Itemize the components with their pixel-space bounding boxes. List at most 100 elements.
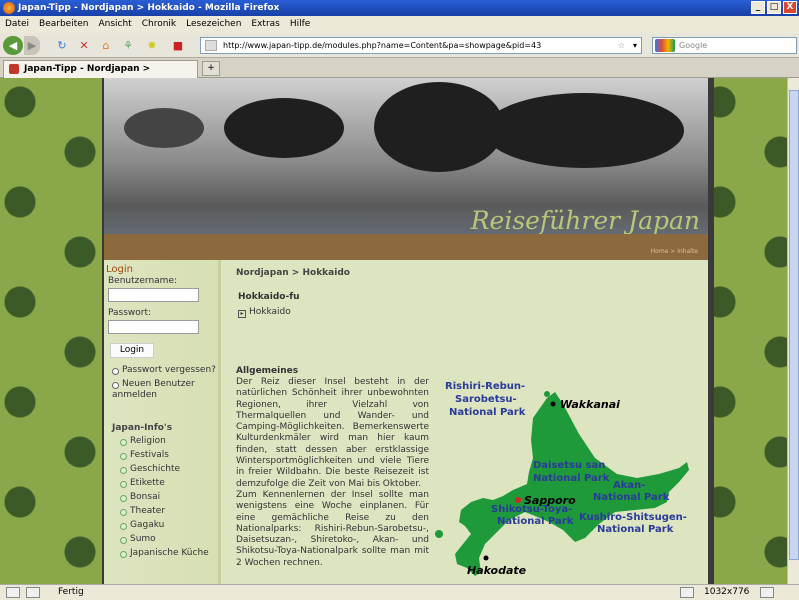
maximize-button[interactable]: □	[767, 1, 781, 14]
menu-bar: Datei Bearbeiten Ansicht Chronik Lesezeichen…	[0, 16, 799, 33]
addon-star-icon[interactable]: ✸	[144, 36, 160, 55]
back-arrow-icon[interactable]: ◀	[3, 36, 23, 55]
vertical-scrollbar[interactable]	[787, 78, 799, 584]
password-field[interactable]	[108, 320, 199, 334]
reload-icon[interactable]: ↻	[54, 36, 70, 55]
bookmark-star-icon[interactable]: ☆	[618, 38, 625, 53]
home-icon[interactable]: ⌂	[98, 36, 114, 55]
map-label-hakodate: Hakodate	[467, 564, 527, 577]
hokkaido-map: Rishiri-Rebun- Sarobetsu- National Park …	[435, 381, 689, 577]
page-viewport: Reiseführer Japan Home > Inhalte Login B…	[0, 78, 787, 584]
body-paragraph: Zum Kennenlernen der Insel sollte man we…	[236, 489, 429, 568]
menu-hilfe[interactable]: Hilfe	[285, 16, 315, 33]
window-title: Japan-Tipp - Nordjapan > Hokkaido - Mozi…	[18, 3, 280, 13]
menu-datei[interactable]: Datei	[0, 16, 34, 33]
wakkanai-dot	[550, 401, 556, 407]
minimize-button[interactable]: _	[751, 1, 765, 14]
menu-lesezeichen[interactable]: Lesezeichen	[181, 16, 246, 33]
hokkaido-link[interactable]: ▸ Hokkaido	[238, 307, 291, 318]
url-dropdown-icon[interactable]: ▾	[633, 38, 637, 53]
sidebar: Login Benutzername: Passwort: Login Pass…	[104, 260, 221, 584]
menu-extras[interactable]: Extras	[246, 16, 284, 33]
japan-info-bonsai[interactable]: Bonsai	[120, 492, 160, 502]
hakodate-dot	[483, 555, 489, 561]
search-placeholder: Google	[679, 41, 708, 50]
section-title: Allgemeines	[236, 366, 299, 376]
map-label-wakkanai: Wakkanai	[560, 398, 620, 411]
forward-arrow-icon[interactable]: ▶	[24, 36, 40, 55]
map-label-rishiri: Rishiri-Rebun-	[445, 381, 525, 392]
tab-bar: Japan-Tipp - Nordjapan > Hokkaido +	[0, 58, 799, 90]
rock-shape	[124, 108, 204, 148]
map-label-kushiro: National Park	[597, 524, 674, 535]
status-icon[interactable]	[26, 587, 40, 598]
tab-favicon	[9, 64, 19, 74]
map-label-kushiro: Kushiro-Shitsugen-	[579, 512, 687, 523]
menu-ansicht[interactable]: Ansicht	[93, 16, 136, 33]
menu-chronik[interactable]: Chronik	[137, 16, 181, 33]
forgot-password-link[interactable]: Passwort vergessen?	[112, 365, 216, 375]
sapporo-dot	[515, 497, 521, 503]
body-paragraph: Der Reiz dieser Insel besteht in der nat…	[236, 377, 429, 489]
map-label-akan: National Park	[593, 492, 670, 503]
rishiri-island	[435, 530, 443, 538]
login-title: Login	[106, 264, 133, 275]
rock-shape	[224, 98, 344, 158]
site-title: Reiseführer Japan	[470, 206, 700, 235]
arrow-box-icon: ▸	[238, 310, 246, 318]
tab-hokkaido[interactable]: Japan-Tipp - Nordjapan > Hokkaido	[3, 60, 198, 90]
scrollbar-thumb[interactable]	[789, 90, 799, 560]
japan-info-kueche[interactable]: Japanische Küche	[120, 548, 209, 558]
map-label-sapporo: Sapporo	[524, 494, 576, 507]
site-icon	[205, 40, 217, 51]
rock-shape	[484, 93, 684, 168]
status-icon[interactable]	[6, 587, 20, 598]
header-nav-bar: Home > Inhalte	[104, 234, 708, 260]
window-titlebar: Japan-Tipp - Nordjapan > Hokkaido - Mozi…	[0, 0, 799, 16]
new-tab-button[interactable]: +	[202, 61, 220, 76]
resolution-text: 1032x776	[704, 587, 750, 597]
main-content: Nordjapan > Hokkaido Hokkaido-fu ▸ Hokkai…	[224, 260, 708, 584]
status-bar: Fertig 1032x776	[0, 584, 799, 600]
username-field[interactable]	[108, 288, 199, 302]
username-label: Benutzername:	[108, 276, 178, 286]
firefox-icon	[3, 2, 15, 14]
search-input[interactable]: Google	[652, 37, 797, 54]
addon-red-icon[interactable]: ■	[170, 36, 186, 55]
addon-icon[interactable]: ⚘	[120, 36, 136, 55]
japan-info-religion[interactable]: Religion	[120, 436, 166, 446]
japan-info-festivals[interactable]: Festivals	[120, 450, 169, 460]
web-page: Reiseführer Japan Home > Inhalte Login B…	[102, 78, 714, 584]
url-text: http://www.japan-tipp.de/modules.php?nam…	[223, 41, 542, 50]
menu-bearbeiten[interactable]: Bearbeiten	[34, 16, 93, 33]
login-button[interactable]: Login	[110, 343, 154, 358]
map-label-shikotsu: National Park	[497, 516, 574, 527]
japan-info-etikette[interactable]: Etikette	[120, 478, 165, 488]
status-icon[interactable]	[760, 587, 774, 598]
status-text: Fertig	[58, 587, 84, 597]
content-heading: Hokkaido-fu	[238, 292, 300, 302]
header-banner: Reiseführer Japan	[104, 78, 708, 260]
japan-info-gagaku[interactable]: Gagaku	[120, 520, 164, 530]
japan-info-theater[interactable]: Theater	[120, 506, 165, 516]
navigation-toolbar: ◀ ▶ ↻ ✕ ⌂ ⚘ ✸ ■ http://www.japan-tipp.de…	[0, 33, 799, 58]
breadcrumb: Nordjapan > Hokkaido	[236, 268, 350, 278]
map-label-akan: Akan-	[613, 480, 645, 491]
header-links[interactable]: Home > Inhalte	[651, 248, 698, 255]
password-label: Passwort:	[108, 308, 152, 318]
rebun-island	[544, 391, 550, 397]
stop-icon[interactable]: ✕	[76, 36, 92, 55]
map-label-rishiri: Sarobetsu-	[455, 394, 517, 405]
map-label-daisetsu: National Park	[533, 473, 610, 484]
status-icon[interactable]	[680, 587, 694, 598]
map-label-rishiri: National Park	[449, 407, 526, 418]
url-bar[interactable]: http://www.japan-tipp.de/modules.php?nam…	[200, 37, 642, 54]
hokkaido-land	[455, 392, 689, 576]
map-label-daisetsu: Daisetsu san	[533, 460, 605, 471]
close-button[interactable]: X	[783, 1, 797, 14]
new-user-link[interactable]: Neuen Benutzer anmelden	[112, 379, 212, 401]
japan-info-geschichte[interactable]: Geschichte	[120, 464, 180, 474]
japan-info-sumo[interactable]: Sumo	[120, 534, 156, 544]
google-icon[interactable]	[655, 39, 675, 52]
body-text: Der Reiz dieser Insel besteht in der nat…	[236, 377, 429, 569]
